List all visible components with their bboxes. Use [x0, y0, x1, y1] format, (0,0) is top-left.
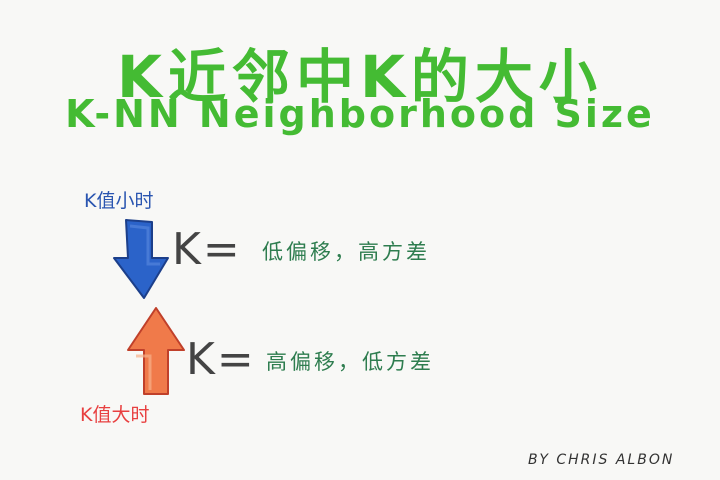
small-k-label: K值小时	[84, 190, 154, 212]
large-k-description: 高偏移，低方差	[266, 350, 434, 374]
large-k-equation: K=	[186, 334, 256, 385]
large-k-label: K值大时	[80, 404, 150, 426]
small-k-description: 低偏移，高方差	[262, 240, 430, 264]
title-english: K-NN Neighborhood Size	[65, 92, 655, 136]
down-arrow-icon	[113, 219, 169, 299]
byline: BY CHRIS ALBON	[528, 452, 675, 468]
small-k-equation: K=	[172, 224, 242, 275]
up-arrow-icon	[127, 307, 185, 395]
